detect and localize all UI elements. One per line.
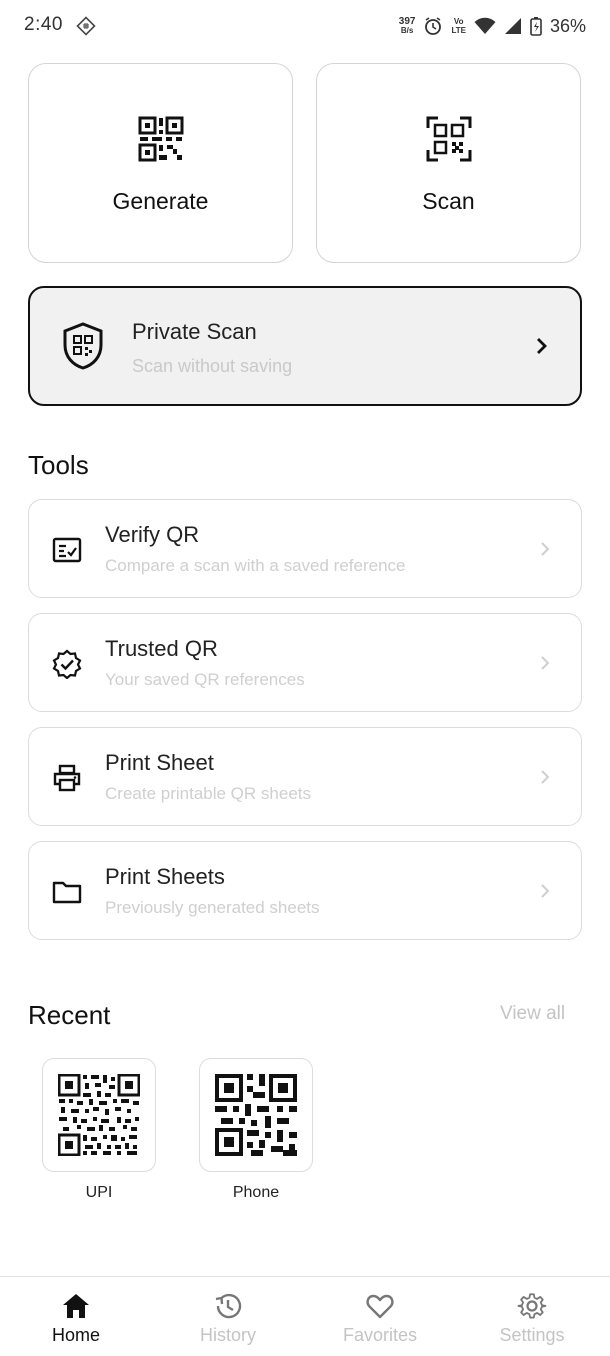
volte-indicator: Vo LTE: [451, 17, 466, 35]
tool-subtitle: Create printable QR sheets: [105, 784, 311, 803]
status-time: 2:40: [24, 14, 63, 35]
tool-print-sheet[interactable]: Print Sheet Create printable QR sheets: [28, 727, 582, 826]
status-right-group: 397 B/s Vo LTE 36%: [399, 14, 586, 38]
chevron-right-icon: [541, 542, 550, 556]
recent-item-label: UPI: [85, 1184, 113, 1201]
qr-scan-icon: [426, 116, 471, 162]
folder-icon: [52, 881, 82, 904]
tool-subtitle: Previously generated sheets: [105, 898, 320, 917]
battery-charging-icon: [530, 17, 542, 36]
signal-icon: [504, 18, 521, 34]
qr-code-icon: [138, 116, 183, 162]
generate-button[interactable]: Generate: [28, 63, 293, 263]
recent-item-upi[interactable]: UPI: [42, 1058, 156, 1202]
nav-label: Home: [51, 1325, 100, 1345]
home-icon: [63, 1294, 89, 1318]
recent-item-phone[interactable]: Phone: [199, 1058, 313, 1202]
private-scan-subtitle: Scan without saving: [132, 356, 293, 376]
battery-percent: 36%: [549, 15, 586, 36]
shield-qr-icon: [63, 322, 103, 370]
heart-icon: [366, 1294, 394, 1319]
nav-label: History: [199, 1325, 256, 1345]
status-bar: 2:40 397 B/s Vo LTE 36%: [0, 0, 610, 52]
qr-thumbnail: [42, 1058, 156, 1172]
tools-heading: Tools: [28, 450, 89, 480]
printer-icon: [53, 764, 81, 792]
volte-top: Vo: [453, 17, 464, 26]
qr-code-image: [58, 1074, 140, 1156]
volte-bottom: LTE: [451, 26, 466, 35]
scan-button[interactable]: Scan: [316, 63, 581, 263]
generate-label: Generate: [112, 188, 209, 214]
chevron-right-icon: [541, 884, 550, 898]
bottom-navigation: Home History Favorites Settings: [0, 1276, 610, 1356]
tool-subtitle: Compare a scan with a saved reference: [105, 556, 406, 575]
tool-title: Verify QR: [105, 522, 200, 547]
tool-title: Print Sheets: [105, 864, 225, 889]
scan-label: Scan: [422, 188, 475, 214]
nav-history[interactable]: History: [152, 1277, 304, 1356]
wifi-icon: [474, 17, 496, 34]
tool-print-sheets[interactable]: Print Sheets Previously generated sheets: [28, 841, 582, 940]
recent-item-label: Phone: [232, 1184, 280, 1201]
net-speed-unit: B/s: [400, 26, 414, 35]
private-scan-title: Private Scan: [132, 319, 257, 344]
tool-subtitle: Your saved QR references: [105, 670, 305, 689]
chevron-right-icon: [537, 338, 547, 354]
tool-verify-qr[interactable]: Verify QR Compare a scan with a saved re…: [28, 499, 582, 598]
hashed-diamond-icon: [76, 16, 96, 36]
verified-badge-icon: [52, 649, 82, 679]
gear-icon: [517, 1293, 547, 1319]
nav-label: Settings: [499, 1325, 565, 1345]
alarm-icon: [425, 17, 442, 35]
tool-trusted-qr[interactable]: Trusted QR Your saved QR references: [28, 613, 582, 712]
nav-settings[interactable]: Settings: [456, 1277, 608, 1356]
checklist-icon: [52, 537, 82, 563]
chevron-right-icon: [541, 770, 550, 784]
tool-title: Print Sheet: [105, 750, 214, 775]
nav-favorites[interactable]: Favorites: [304, 1277, 456, 1356]
history-icon: [215, 1293, 242, 1319]
recent-heading: Recent: [28, 1000, 111, 1030]
view-all-link[interactable]: View all: [500, 1003, 565, 1025]
net-speed-value: 397: [398, 16, 416, 27]
qr-thumbnail: [199, 1058, 313, 1172]
network-speed: 397 B/s: [398, 16, 416, 36]
nav-label: Favorites: [342, 1325, 418, 1345]
tool-title: Trusted QR: [105, 636, 218, 661]
nav-home[interactable]: Home: [0, 1277, 152, 1356]
private-scan-button[interactable]: Private Scan Scan without saving: [28, 286, 582, 406]
qr-code-image: [215, 1074, 297, 1156]
chevron-right-icon: [541, 656, 550, 670]
